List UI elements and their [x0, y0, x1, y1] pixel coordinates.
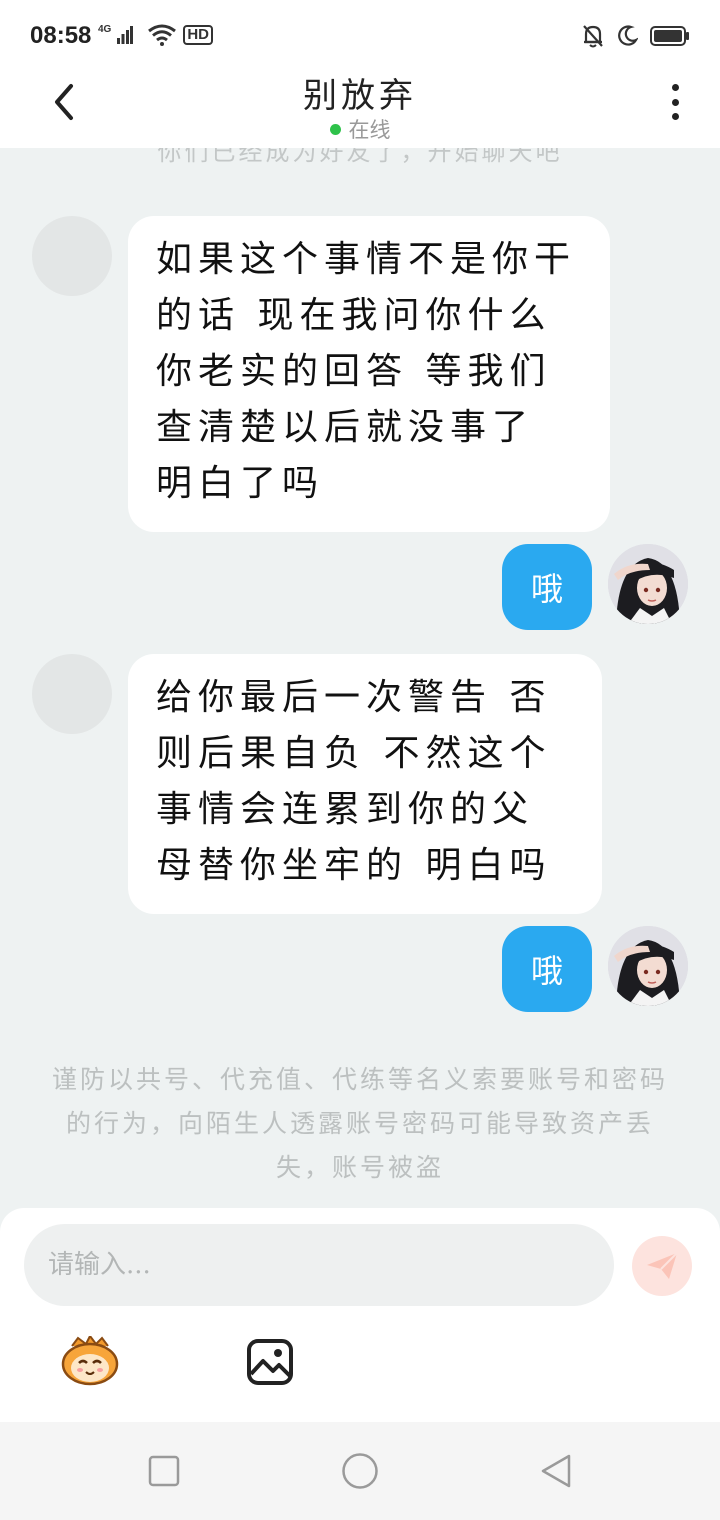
signal-icon [117, 26, 134, 44]
chat-header: 别放弃 在线 [0, 72, 720, 148]
chat-area[interactable]: 你们已经成为好友了，开始聊天吧 如果这个事情不是你干的话 现在我问你什么 你老实… [0, 148, 720, 1210]
message-bubble-received[interactable]: 如果这个事情不是你干的话 现在我问你什么 你老实的回答 等我们查清楚以后就没事了… [128, 216, 610, 532]
image-icon [247, 1339, 293, 1385]
mute-bell-icon [583, 25, 603, 48]
more-icon-dot [671, 84, 679, 91]
message-bubble-received[interactable]: 给你最后一次警告 否则后果自负 不然这个事情会连累到你的父母替你坐牢的 明白吗 [128, 654, 602, 914]
user-avatar-image [608, 544, 688, 624]
battery-icon [650, 26, 689, 46]
user-avatar[interactable] [608, 544, 688, 624]
message-bubble-sent[interactable]: 哦 [502, 926, 592, 1012]
more-icon-dot [671, 113, 679, 120]
composer-panel [0, 1208, 720, 1422]
emoji-icon [61, 1334, 119, 1386]
more-options-button[interactable] [660, 82, 690, 122]
message-input[interactable] [24, 1224, 614, 1306]
nav-back-icon [541, 1454, 571, 1488]
network-type: 4G [98, 23, 112, 35]
image-button[interactable] [246, 1338, 294, 1386]
contact-name: 别放弃 [303, 76, 417, 116]
online-status: 在线 [0, 114, 720, 144]
online-status-label: 在线 [348, 118, 391, 142]
nav-back-button[interactable] [535, 1450, 577, 1492]
contact-avatar[interactable] [32, 216, 112, 296]
status-bar: 08:58 4G HD [0, 0, 720, 72]
hd-badge: HD [183, 25, 214, 45]
send-icon [647, 1252, 678, 1279]
online-dot [329, 124, 341, 135]
emoji-button[interactable] [60, 1334, 120, 1388]
system-nav-bar [0, 1422, 720, 1520]
wifi-icon [148, 24, 177, 46]
message-bubble-sent[interactable]: 哦 [502, 544, 592, 630]
status-icons-right [582, 24, 690, 48]
status-time: 08:58 [30, 22, 92, 49]
home-button[interactable] [339, 1450, 381, 1492]
moon-icon [618, 25, 638, 46]
status-icons-left: 4G HD [98, 23, 214, 46]
recent-apps-icon [148, 1455, 180, 1487]
system-message-friends: 你们已经成为好友了，开始聊天吧 [157, 148, 563, 166]
recent-apps-button[interactable] [143, 1450, 185, 1492]
contact-avatar[interactable] [32, 654, 112, 734]
send-button[interactable] [632, 1236, 692, 1296]
user-avatar-image [608, 926, 688, 1006]
more-icon-dot [671, 98, 679, 106]
user-avatar[interactable] [608, 926, 688, 1006]
security-warning: 谨防以共号、代充值、代练等名义索要账号和密码的行为，向陌生人透露账号密码可能导致… [51, 1065, 668, 1182]
home-icon [342, 1453, 378, 1489]
